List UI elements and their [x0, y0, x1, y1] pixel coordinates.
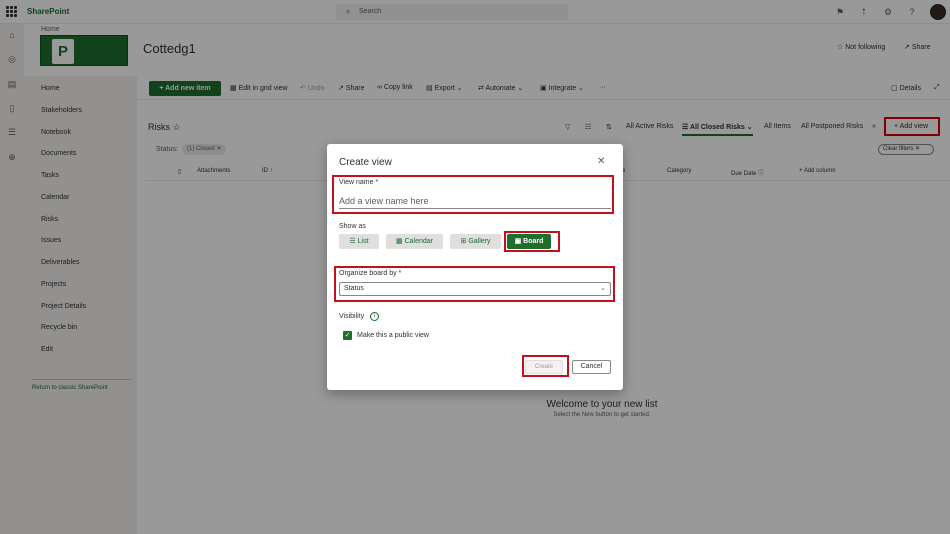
- board-highlight: [504, 231, 560, 252]
- close-icon[interactable]: ✕: [597, 156, 605, 167]
- visibility-label: Visibility: [339, 313, 365, 320]
- gallery-option-label: Gallery: [468, 238, 491, 245]
- organize-board-select[interactable]: Status ⌄: [339, 282, 611, 296]
- chevron-down-icon: ⌄: [600, 285, 606, 292]
- view-name-label: View name *: [339, 179, 379, 186]
- dialog-title: Create view: [339, 157, 392, 168]
- organize-board-label: Organize board by *: [339, 270, 402, 277]
- info-icon[interactable]: i: [370, 312, 379, 321]
- show-as-calendar-button[interactable]: ▦ Calendar: [386, 234, 443, 249]
- show-as-gallery-button[interactable]: ⊞ Gallery: [450, 234, 501, 249]
- create-highlight: [522, 355, 569, 377]
- organize-board-value: Status: [344, 285, 364, 292]
- public-view-label[interactable]: Make this a public view: [357, 332, 429, 339]
- view-name-input[interactable]: [339, 193, 611, 209]
- cancel-button[interactable]: Cancel: [572, 360, 611, 374]
- create-view-dialog: Create view ✕ View name * Show as ☰ List…: [327, 144, 623, 390]
- show-as-list-button[interactable]: ☰ List: [339, 234, 379, 249]
- calendar-option-label: Calendar: [404, 238, 433, 245]
- public-view-checkbox[interactable]: ✓: [343, 331, 352, 340]
- list-option-label: List: [357, 238, 369, 245]
- show-as-label: Show as: [339, 223, 366, 230]
